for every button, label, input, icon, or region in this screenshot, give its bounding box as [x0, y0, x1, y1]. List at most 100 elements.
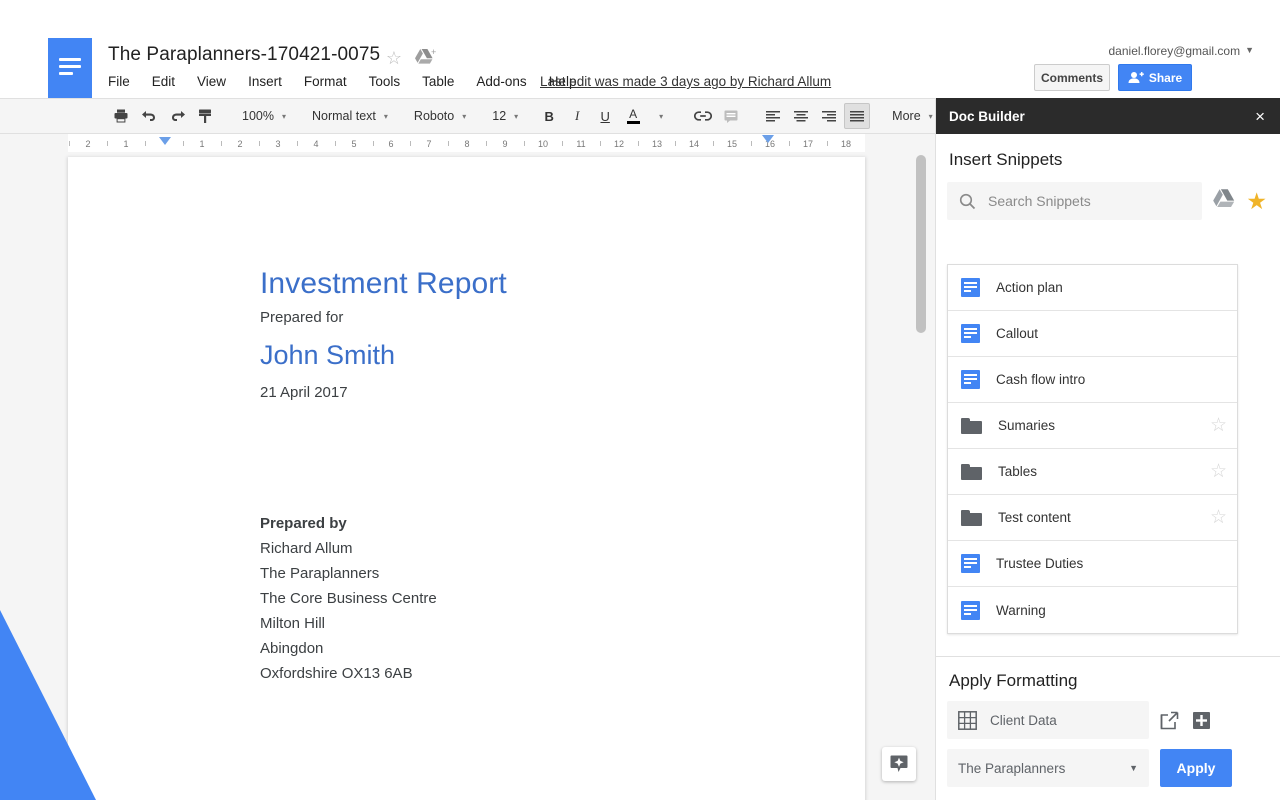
- document-canvas[interactable]: Investment Report Prepared for John Smit…: [0, 152, 935, 800]
- insert-link-button[interactable]: [690, 103, 716, 129]
- menu-file[interactable]: File: [108, 73, 141, 91]
- folder-icon: [961, 418, 982, 434]
- menu-format[interactable]: Format: [293, 73, 358, 91]
- paint-format-button[interactable]: [192, 103, 218, 129]
- add-comment-icon: [723, 109, 739, 124]
- drive-glyph: [1212, 188, 1236, 210]
- star-outline-icon[interactable]: ☆: [1210, 462, 1227, 481]
- app-header: The Paraplanners-170421-0075 ☆ + File Ed…: [0, 0, 1280, 98]
- doc-snippet-icon: [961, 278, 980, 297]
- snippet-item[interactable]: Tables ☆: [948, 449, 1237, 495]
- ruler-tick: 15: [727, 139, 737, 149]
- align-center-button[interactable]: [788, 103, 814, 129]
- ruler-tick: 12: [614, 139, 624, 149]
- align-left-button[interactable]: [760, 103, 786, 129]
- doc-client-name: John Smith: [260, 335, 820, 375]
- zoom-dropdown[interactable]: 100% ▾: [234, 103, 290, 129]
- docs-logo-icon[interactable]: [48, 38, 92, 98]
- text-color-button[interactable]: A: [620, 103, 646, 129]
- left-indent-marker[interactable]: [159, 137, 171, 145]
- menu-view[interactable]: View: [186, 73, 237, 91]
- menu-insert[interactable]: Insert: [237, 73, 293, 91]
- ruler-tick: 6: [388, 139, 393, 149]
- doc-builder-panel: Doc Builder × Insert Snippets Search Sni…: [935, 98, 1280, 800]
- open-external-button[interactable]: [1157, 708, 1181, 732]
- star-outline-icon[interactable]: ☆: [1210, 508, 1227, 527]
- print-button[interactable]: [108, 103, 134, 129]
- snippet-item[interactable]: Warning: [948, 587, 1237, 633]
- share-label: Share: [1149, 71, 1182, 85]
- comments-button[interactable]: Comments: [1034, 64, 1110, 91]
- menu-tools[interactable]: Tools: [358, 73, 412, 91]
- more-toolbar-button[interactable]: More ▾: [886, 103, 939, 129]
- toolbar: 100% ▾ Normal text ▾ Roboto ▾ 12 ▾ B I U…: [0, 98, 935, 134]
- ruler[interactable]: 2 1 1 2 3 4 5 6 7 8 9 10 11 12 13 14 15 …: [0, 134, 935, 152]
- menu-edit[interactable]: Edit: [141, 73, 186, 91]
- font-size-dropdown[interactable]: 12 ▾: [484, 103, 522, 129]
- align-right-icon: [821, 110, 837, 123]
- add-data-source-button[interactable]: [1189, 708, 1213, 732]
- align-justify-button[interactable]: [844, 103, 870, 129]
- document-body[interactable]: Investment Report Prepared for John Smit…: [260, 265, 820, 686]
- scrollbar-thumb[interactable]: [916, 155, 926, 333]
- paint-format-icon: [198, 108, 213, 124]
- underline-button[interactable]: U: [592, 103, 618, 129]
- chevron-down-icon: ▾: [929, 112, 933, 121]
- undo-button[interactable]: [136, 103, 162, 129]
- snippet-label: Cash flow intro: [996, 372, 1227, 387]
- last-edit-link[interactable]: Last edit was made 3 days ago by Richard…: [540, 74, 831, 89]
- favorites-star-icon[interactable]: ★: [1246, 190, 1267, 213]
- snippet-label: Test content: [998, 510, 1194, 525]
- snippet-item[interactable]: Action plan: [948, 265, 1237, 311]
- doc-address-line: Milton Hill: [260, 611, 820, 636]
- snippet-item[interactable]: Callout: [948, 311, 1237, 357]
- menu-table[interactable]: Table: [411, 73, 465, 91]
- snippet-item[interactable]: Sumaries ☆: [948, 403, 1237, 449]
- ruler-tick: 2: [85, 139, 90, 149]
- italic-button[interactable]: I: [564, 103, 590, 129]
- account-menu[interactable]: daniel.florey@gmail.com▼: [1109, 44, 1255, 58]
- document-page[interactable]: Investment Report Prepared for John Smit…: [68, 157, 865, 800]
- ruler-tick: 7: [426, 139, 431, 149]
- template-select[interactable]: The Paraplanners ▼: [947, 749, 1149, 787]
- ruler-tick: 10: [538, 139, 548, 149]
- star-outline-icon[interactable]: ☆: [1210, 416, 1227, 435]
- snippet-item[interactable]: Test content ☆: [948, 495, 1237, 541]
- snippet-item[interactable]: Trustee Duties: [948, 541, 1237, 587]
- ruler-tick: 11: [576, 139, 585, 149]
- drive-icon[interactable]: [1212, 188, 1236, 215]
- font-family-dropdown[interactable]: Roboto ▾: [406, 103, 470, 129]
- close-icon[interactable]: ×: [1252, 108, 1268, 125]
- align-center-icon: [793, 110, 809, 123]
- search-icon: [959, 193, 976, 210]
- apply-button[interactable]: Apply: [1160, 749, 1232, 787]
- bold-button[interactable]: B: [536, 103, 562, 129]
- snippet-item[interactable]: Cash flow intro: [948, 357, 1237, 403]
- search-snippets-input[interactable]: Search Snippets: [947, 182, 1202, 220]
- add-comment-button[interactable]: [718, 103, 744, 129]
- drive-add-icon[interactable]: +: [414, 47, 436, 67]
- document-scrollbar[interactable]: [915, 152, 927, 800]
- doc-address-line: Oxfordshire OX13 6AB: [260, 661, 820, 686]
- star-icon[interactable]: ☆: [384, 48, 404, 68]
- chevron-down-icon: ▾: [384, 112, 388, 121]
- redo-button[interactable]: [164, 103, 190, 129]
- paragraph-style-dropdown[interactable]: Normal text ▾: [304, 103, 392, 129]
- explore-button[interactable]: [882, 747, 916, 781]
- apply-formatting-title: Apply Formatting: [936, 657, 1280, 691]
- ruler-tick: 4: [313, 139, 318, 149]
- align-right-button[interactable]: [816, 103, 842, 129]
- add-icon: [1192, 711, 1211, 730]
- ruler-tick: 14: [689, 139, 699, 149]
- right-indent-marker[interactable]: [762, 135, 774, 143]
- menu-addons[interactable]: Add-ons: [465, 73, 537, 91]
- document-title[interactable]: The Paraplanners-170421-0075: [108, 44, 380, 66]
- ruler-tick: 8: [464, 139, 469, 149]
- doc-snippet-icon: [961, 601, 980, 620]
- chevron-down-icon: ▾: [282, 112, 286, 121]
- text-color-dropdown[interactable]: ▾: [648, 103, 674, 129]
- folder-icon: [961, 464, 982, 480]
- menu-bar: File Edit View Insert Format Tools Table…: [108, 73, 587, 91]
- share-button[interactable]: Share: [1118, 64, 1192, 91]
- client-data-field[interactable]: Client Data: [947, 701, 1149, 739]
